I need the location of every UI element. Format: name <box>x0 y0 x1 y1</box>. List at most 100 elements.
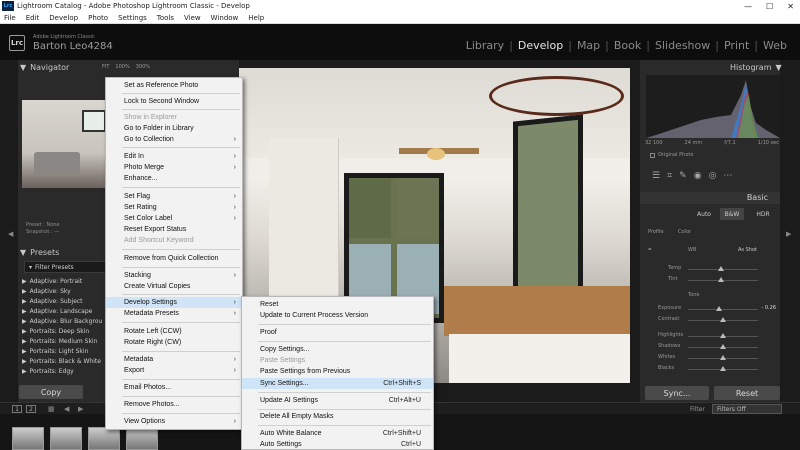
maximize-button[interactable]: ☐ <box>766 2 773 11</box>
submenu-auto-settings[interactable]: Auto Settings Ctrl+U <box>242 439 433 450</box>
filmstrip-thumbnail[interactable] <box>126 427 158 450</box>
menu-reset-export-status[interactable]: Reset Export Status <box>106 224 242 235</box>
minimize-button[interactable]: — <box>744 2 752 11</box>
eyedropper-icon[interactable]: ✒ <box>648 247 652 253</box>
submenu-update-ai-settings[interactable]: Update AI Settings Ctrl+Alt+U <box>242 395 433 406</box>
preset-item[interactable]: ▶ Adaptive: Sky <box>22 286 118 296</box>
wb-row[interactable]: ✒ WB As Shot <box>648 247 778 256</box>
menu-email-photos[interactable]: Email Photos... <box>106 382 242 393</box>
module-web[interactable]: Web <box>763 39 787 52</box>
navigator-header[interactable]: ▼ Navigator FIT 100% 300% <box>20 60 240 74</box>
tint-slider[interactable]: Tint <box>648 276 778 285</box>
temp-slider[interactable]: Temp <box>648 265 778 274</box>
preset-item[interactable]: ▶ Portraits: Medium Skin <box>22 336 118 346</box>
zoom-100[interactable]: 100% <box>115 64 129 70</box>
preset-item[interactable]: ▶ Portraits: Black & White <box>22 356 118 366</box>
highlights-slider[interactable]: Highlights <box>648 332 778 341</box>
menu-set-color-label[interactable]: Set Color Label › <box>106 213 242 224</box>
right-panel-toggle-icon[interactable]: ▶ <box>786 230 791 238</box>
submenu-auto-white-balance[interactable]: Auto White Balance Ctrl+Shift+U <box>242 428 433 439</box>
module-print[interactable]: Print <box>724 39 749 52</box>
menu-show-in-explorer[interactable]: Show in Explorer <box>106 112 242 123</box>
submenu-proof[interactable]: Proof <box>242 327 433 338</box>
blacks-slider[interactable]: Blacks <box>648 365 778 374</box>
menu-set-flag[interactable]: Set Flag › <box>106 191 242 202</box>
menu-create-virtual-copies[interactable]: Create Virtual Copies <box>106 281 242 292</box>
menu-develop[interactable]: Develop <box>49 14 78 22</box>
menu-go-to-folder[interactable]: Go to Folder in Library <box>106 123 242 134</box>
preset-item[interactable]: ▶ Adaptive: Landscape <box>22 306 118 316</box>
shadows-slider[interactable]: Shadows <box>648 343 778 352</box>
menu-stacking[interactable]: Stacking › <box>106 270 242 281</box>
menu-export[interactable]: Export › <box>106 365 242 376</box>
treatment-bw[interactable]: B&W <box>720 208 744 220</box>
menu-set-reference[interactable]: Set as Reference Photo <box>106 80 242 91</box>
menu-set-rating[interactable]: Set Rating › <box>106 202 242 213</box>
exposure-slider[interactable]: Exposure - 0.26 <box>648 305 778 314</box>
preset-item[interactable]: ▶ Portraits: Edgy <box>22 366 118 376</box>
submenu-paste-from-previous[interactable]: Paste Settings from Previous <box>242 366 433 377</box>
grid-icon[interactable]: ▦ <box>48 405 55 413</box>
heal-icon[interactable]: ✎ <box>679 171 687 181</box>
menu-add-shortcut-keyword[interactable]: Add Shortcut Keyword <box>106 235 242 246</box>
histogram-header[interactable]: Histogram ▼ <box>730 60 790 74</box>
zoom-fit[interactable]: FIT <box>102 64 109 70</box>
menu-edit[interactable]: Edit <box>26 14 40 22</box>
submenu-delete-empty-masks[interactable]: Delete All Empty Masks <box>242 411 433 422</box>
filmstrip-thumbnail[interactable] <box>12 427 44 450</box>
menu-edit-in[interactable]: Edit In › <box>106 151 242 162</box>
sync-button[interactable]: Sync... <box>645 386 709 400</box>
menu-go-to-collection[interactable]: Go to Collection › <box>106 134 242 145</box>
profile-row[interactable]: Profile Color <box>648 229 778 238</box>
page-1-button[interactable]: 1 <box>12 405 22 413</box>
menu-develop-settings[interactable]: Develop Settings › <box>106 297 242 308</box>
module-library[interactable]: Library <box>466 39 504 52</box>
menu-rotate-left[interactable]: Rotate Left (CCW) <box>106 326 242 337</box>
original-photo-checkbox[interactable]: Original Photo <box>650 152 693 158</box>
treatment-hdr[interactable]: HDR <box>750 208 776 220</box>
left-panel-toggle-icon[interactable]: ◀ <box>8 230 13 238</box>
masking-icon[interactable]: ◎ <box>709 171 717 181</box>
preset-item[interactable]: ▶ Portraits: Deep Skin <box>22 326 118 336</box>
crop-icon[interactable]: ⌗ <box>667 171 672 181</box>
menu-tools[interactable]: Tools <box>157 14 174 22</box>
basic-panel-header[interactable]: Basic <box>640 192 780 204</box>
submenu-sync-settings[interactable]: Sync Settings... Ctrl+Shift+S <box>242 378 433 389</box>
module-map[interactable]: Map <box>577 39 600 52</box>
menu-remove-quick-collection[interactable]: Remove from Quick Collection <box>106 253 242 264</box>
forward-arrow-icon[interactable]: ▶ <box>78 405 83 413</box>
menu-file[interactable]: File <box>4 14 16 22</box>
submenu-paste-settings[interactable]: Paste Settings <box>242 355 433 366</box>
more-tools-icon[interactable]: ⋯ <box>723 171 732 181</box>
menu-help[interactable]: Help <box>248 14 264 22</box>
module-slideshow[interactable]: Slideshow <box>655 39 710 52</box>
menu-photo-merge[interactable]: Photo Merge › <box>106 162 242 173</box>
menu-metadata-presets[interactable]: Metadata Presets › <box>106 308 242 319</box>
preset-item[interactable]: ▶ Adaptive: Blur Backgrou <box>22 316 118 326</box>
menu-settings[interactable]: Settings <box>118 14 147 22</box>
filmstrip-thumbnail[interactable] <box>88 427 120 450</box>
preset-item[interactable]: ▶ Adaptive: Portrait <box>22 276 118 286</box>
red-eye-icon[interactable]: ◉ <box>694 171 702 181</box>
menu-enhance[interactable]: Enhance... <box>106 173 242 184</box>
zoom-300[interactable]: 300% <box>136 64 150 70</box>
module-develop[interactable]: Develop <box>518 39 563 52</box>
navigator-preview[interactable] <box>22 100 118 188</box>
menu-view[interactable]: View <box>184 14 201 22</box>
preset-item[interactable]: ▶ Adaptive: Subject <box>22 296 118 306</box>
page-2-button[interactable]: 2 <box>26 405 36 413</box>
edit-sliders-icon[interactable]: ☰ <box>652 171 660 181</box>
menu-lock-second-window[interactable]: Lock to Second Window <box>106 96 242 107</box>
menu-window[interactable]: Window <box>211 14 239 22</box>
close-button[interactable]: ✕ <box>787 2 794 11</box>
submenu-copy-settings[interactable]: Copy Settings... <box>242 344 433 355</box>
contrast-slider[interactable]: Contrast <box>648 316 778 325</box>
menu-view-options[interactable]: View Options › <box>106 416 242 427</box>
menu-rotate-right[interactable]: Rotate Right (CW) <box>106 337 242 348</box>
submenu-reset[interactable]: Reset <box>242 299 433 310</box>
module-book[interactable]: Book <box>614 39 641 52</box>
treatment-auto[interactable]: Auto <box>692 208 716 220</box>
filter-select[interactable]: Filters Off <box>712 404 782 414</box>
reset-button[interactable]: Reset <box>714 386 780 400</box>
whites-slider[interactable]: Whites <box>648 354 778 363</box>
